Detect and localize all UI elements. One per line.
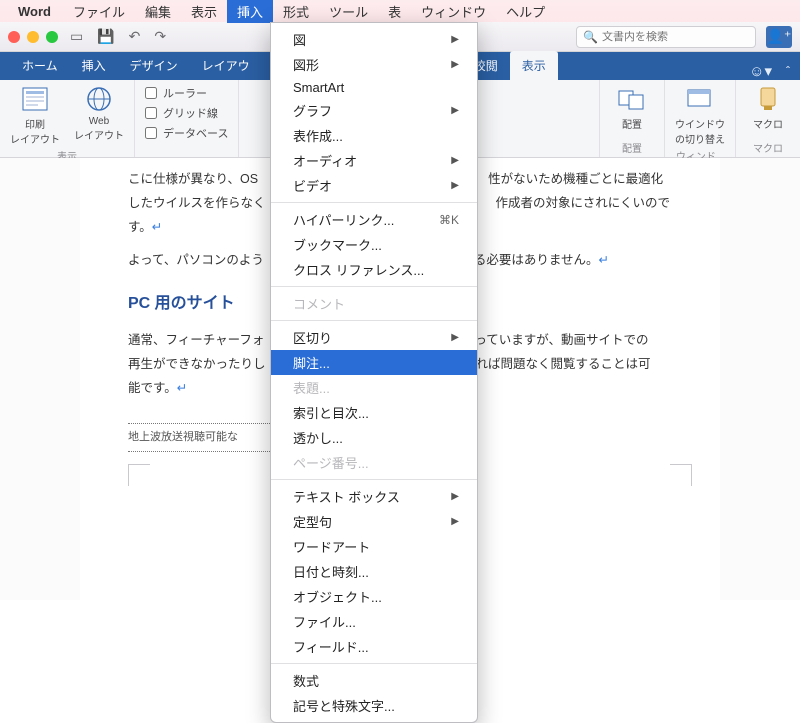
menu-item[interactable]: 日付と時刻...: [271, 559, 477, 584]
insert-menu-dropdown: 図▶図形▶SmartArtグラフ▶表作成...オーディオ▶ビデオ▶ ハイパーリンク…: [270, 22, 478, 723]
search-input[interactable]: [602, 31, 749, 43]
macro-button[interactable]: マクロ: [746, 85, 790, 131]
app-name[interactable]: Word: [18, 4, 51, 19]
menu-item: 表題...: [271, 375, 477, 400]
menu-item[interactable]: 定型句▶: [271, 509, 477, 534]
menu-item[interactable]: 区切り▶: [271, 325, 477, 350]
menu-view[interactable]: 表示: [181, 0, 227, 23]
page-corner-right: [670, 464, 692, 486]
tab-design[interactable]: デザイン: [118, 51, 190, 80]
menu-insert[interactable]: 挿入: [227, 0, 273, 23]
page-corner-left: [128, 464, 150, 486]
web-layout-icon: [84, 85, 114, 113]
menu-edit[interactable]: 編集: [135, 0, 181, 23]
macro-icon: [753, 85, 783, 113]
close-icon[interactable]: [8, 31, 20, 43]
print-layout-button[interactable]: 印刷 レイアウト: [10, 85, 60, 146]
menu-item[interactable]: 索引と目次...: [271, 400, 477, 425]
switch-window-button[interactable]: ウインドウ の切り替え: [675, 85, 725, 146]
menu-item[interactable]: SmartArt: [271, 77, 477, 98]
window-controls: [8, 31, 58, 43]
ribbon-collapse-icon[interactable]: ˆ: [786, 64, 790, 78]
menu-item[interactable]: 図▶: [271, 27, 477, 52]
menu-table[interactable]: 表: [378, 0, 411, 23]
web-layout-button[interactable]: Web レイアウト: [74, 85, 124, 146]
menu-item[interactable]: クロス リファレンス...: [271, 257, 477, 282]
arrange-button[interactable]: 配置: [610, 85, 654, 131]
menu-item[interactable]: 脚注...: [271, 350, 477, 375]
menu-item[interactable]: テキスト ボックス▶: [271, 484, 477, 509]
ribbon-group-arrange: 配置 配置: [600, 80, 665, 157]
tab-insert[interactable]: 挿入: [70, 51, 118, 80]
redo-icon[interactable]: ↷: [154, 28, 166, 45]
menu-file[interactable]: ファイル: [63, 0, 135, 23]
menu-item[interactable]: 表作成...: [271, 123, 477, 148]
menu-item[interactable]: ハイパーリンク...⌘K: [271, 207, 477, 232]
mac-menubar: Word ファイル 編集 表示 挿入 形式 ツール 表 ウィンドウ ヘルプ: [0, 0, 800, 22]
menu-format[interactable]: 形式: [273, 0, 319, 23]
print-layout-label: 印刷 レイアウト: [10, 116, 60, 146]
maximize-icon[interactable]: [46, 31, 58, 43]
minimize-icon[interactable]: [27, 31, 39, 43]
menu-item[interactable]: ファイル...: [271, 609, 477, 634]
menu-item: ページ番号...: [271, 450, 477, 475]
menu-item[interactable]: ブックマーク...: [271, 232, 477, 257]
menu-item[interactable]: 数式: [271, 668, 477, 693]
tab-layout[interactable]: レイアウ: [190, 51, 262, 80]
quick-access: ▭ 💾 ↶ ↷: [70, 28, 166, 45]
print-layout-icon: [20, 85, 50, 113]
menu-item[interactable]: 透かし...: [271, 425, 477, 450]
ribbon-group-window: ウインドウ の切り替え ウィンド...: [665, 80, 736, 157]
menu-item[interactable]: オーディオ▶: [271, 148, 477, 173]
web-layout-label: Web レイアウト: [74, 116, 124, 142]
ribbon-group-view: 印刷 レイアウト Web レイアウト 表示: [0, 80, 135, 157]
menu-tools[interactable]: ツール: [319, 0, 378, 23]
home-panel-icon[interactable]: ▭: [70, 28, 83, 45]
menu-item[interactable]: フィールド...: [271, 634, 477, 659]
switch-window-icon: [685, 85, 715, 113]
menu-window[interactable]: ウィンドウ: [411, 0, 496, 23]
save-icon[interactable]: 💾: [97, 28, 114, 45]
menu-item: コメント: [271, 291, 477, 316]
search-icon: 🔍: [583, 30, 598, 44]
menu-item[interactable]: ビデオ▶: [271, 173, 477, 198]
menu-item[interactable]: 図形▶: [271, 52, 477, 77]
feedback-icon[interactable]: ☺▾: [749, 62, 772, 80]
menu-item[interactable]: グラフ▶: [271, 98, 477, 123]
ribbon-group-show: ルーラー グリッド線 データベース: [135, 80, 239, 157]
undo-icon[interactable]: ↶: [129, 28, 141, 45]
search-box[interactable]: 🔍: [576, 26, 756, 48]
user-signin-icon[interactable]: 👤⁺: [766, 26, 792, 48]
menu-item[interactable]: オブジェクト...: [271, 584, 477, 609]
tab-home[interactable]: ホーム: [10, 51, 70, 80]
menu-item[interactable]: 記号と特殊文字...: [271, 693, 477, 718]
gridlines-checkbox[interactable]: グリッド線: [145, 105, 228, 121]
menu-item[interactable]: ワードアート: [271, 534, 477, 559]
ribbon-group-macro: マクロ マクロ: [736, 80, 800, 157]
tab-view[interactable]: 表示: [510, 51, 558, 80]
database-checkbox[interactable]: データベース: [145, 125, 228, 141]
ruler-checkbox[interactable]: ルーラー: [145, 85, 228, 101]
menu-help[interactable]: ヘルプ: [496, 0, 555, 23]
arrange-icon: [617, 85, 647, 113]
